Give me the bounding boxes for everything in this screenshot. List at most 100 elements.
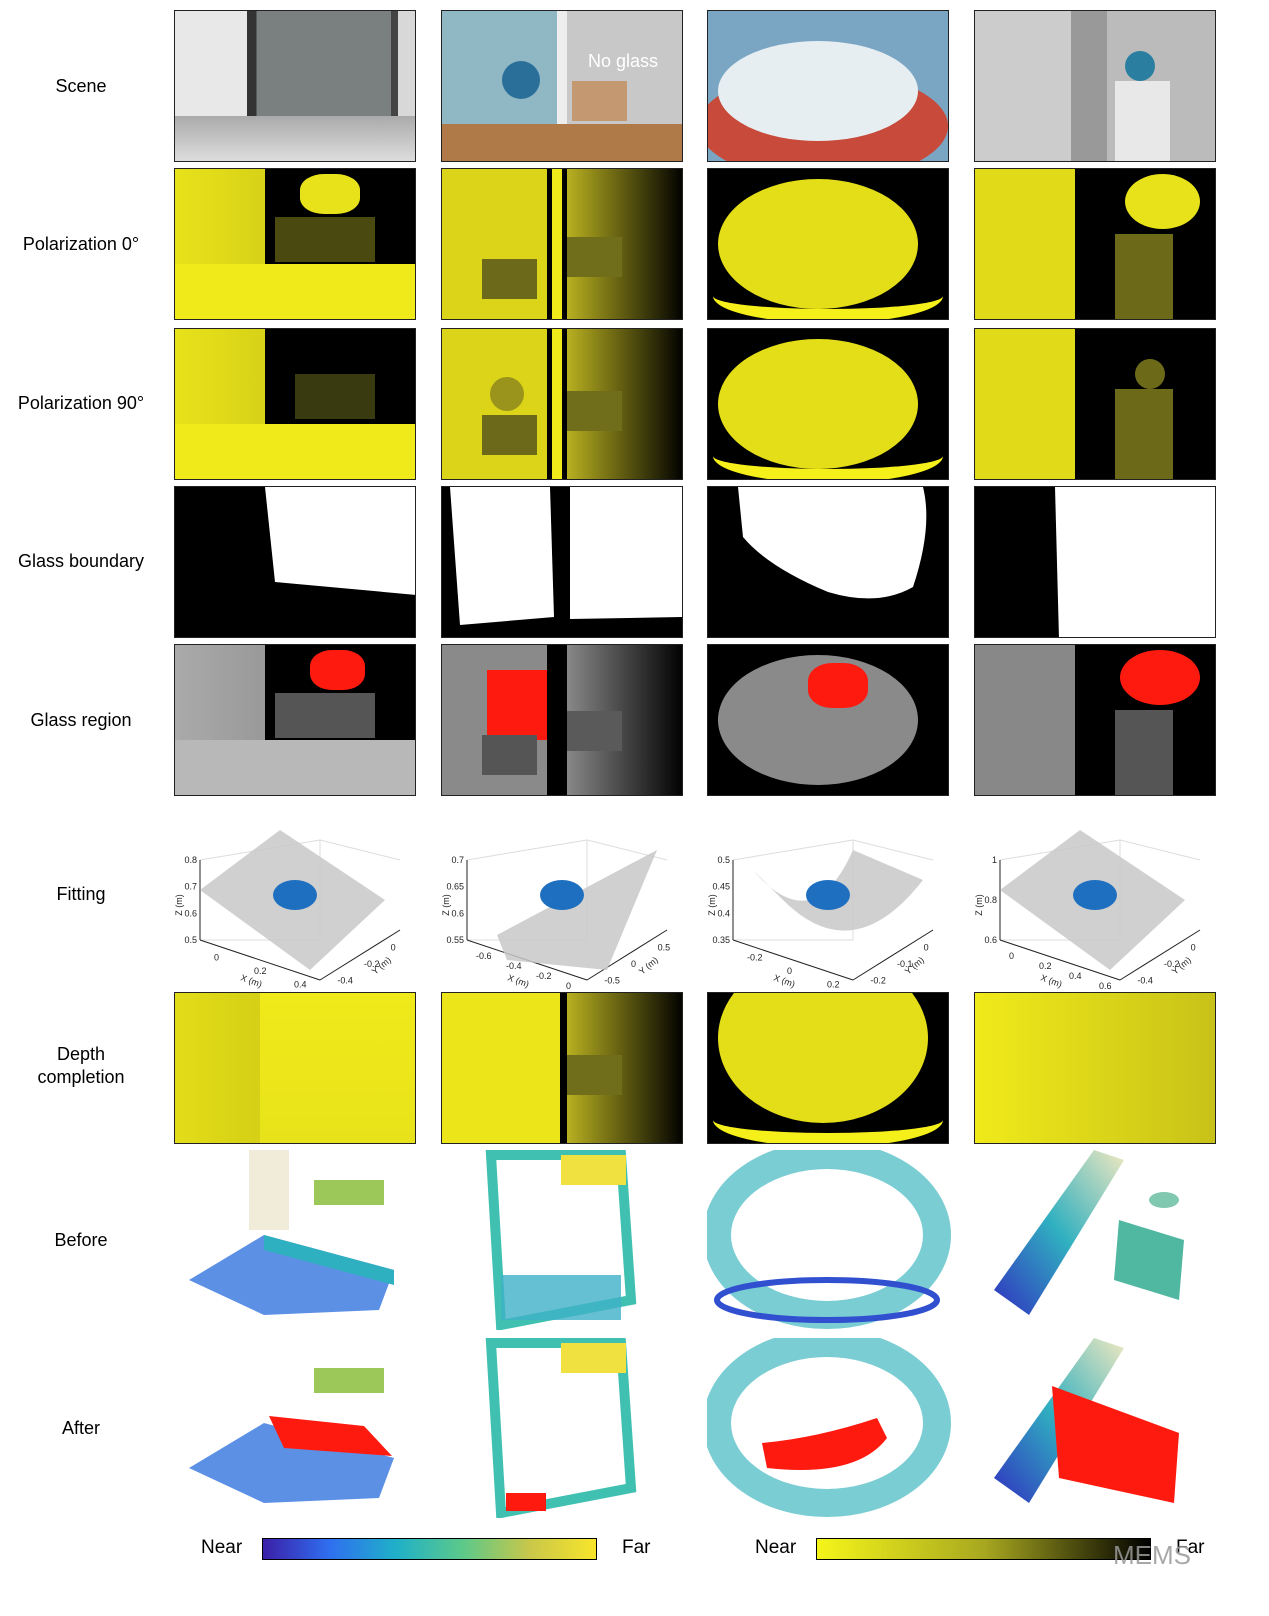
- row-label-fitting: Fitting: [56, 884, 106, 904]
- x-tick-label: 0.2: [254, 966, 267, 976]
- x-tick-label: 0: [566, 981, 571, 991]
- fit-point-cluster: [806, 880, 850, 910]
- glass-boundary-mask-1: [174, 486, 416, 638]
- z-axis-label: Z (m): [174, 894, 184, 916]
- scene-photo-1: [174, 10, 416, 162]
- x-axis-label: X (m): [506, 972, 530, 989]
- row-label-scene: Scene: [55, 76, 107, 96]
- y-tick-label: -0.4: [1137, 976, 1153, 986]
- depth-completion-2: [441, 992, 683, 1144]
- point-cloud-after-2: [485, 1338, 637, 1518]
- z-axis-label: Z (m): [707, 894, 717, 916]
- x-tick-label: -0.2: [747, 953, 763, 963]
- z-tick-label: 0.7: [451, 855, 464, 865]
- glass-boundary-mask-4: [974, 486, 1216, 638]
- scene-photo-2: No glass: [441, 10, 683, 162]
- colorbar-point-cloud-depth: [262, 1538, 597, 1560]
- y-tick-label: -0.2: [870, 976, 886, 986]
- fitting-plot-4: 10.80.600.20.40.6-0.4-0.20Z (m)X (m)Y (m…: [974, 830, 1201, 991]
- completed-glass-surface: [1052, 1386, 1179, 1503]
- z-tick-label: 0.6: [184, 908, 197, 918]
- point-cloud-after-4: [994, 1338, 1179, 1503]
- x-tick-label: 0: [1009, 951, 1014, 961]
- point-cloud-after-3: [707, 1338, 951, 1517]
- colorbar-depth-map: [816, 1538, 1151, 1560]
- x-tick-label: -0.6: [476, 951, 492, 961]
- glass-region-3: [707, 644, 949, 796]
- glass-boundary-mask-2: [441, 486, 683, 638]
- grid-back-wall: [319, 839, 401, 861]
- colorbar-1-near-label: Near: [201, 1537, 243, 1558]
- x-tick-label: 0.2: [1039, 961, 1052, 971]
- completed-glass-surface: [762, 1418, 887, 1470]
- polarization-90-depth-4: [974, 328, 1216, 480]
- y-tick-label: 0.5: [658, 942, 671, 952]
- z-tick-label: 0.65: [446, 882, 464, 892]
- x-tick-label: 0: [787, 966, 792, 976]
- row-label-depth: Depth: [56, 1044, 106, 1064]
- row-label-depth-completion: Depth completion: [0, 1043, 162, 1089]
- point-cloud-before-3: [707, 1150, 951, 1329]
- row-label-completion: completion: [37, 1067, 125, 1087]
- row-label-glass-region: Glass region: [30, 710, 132, 730]
- z-tick-label: 0.8: [184, 855, 197, 865]
- z-tick-label: 0.8: [984, 895, 997, 905]
- z-tick-label: 0.4: [717, 908, 730, 918]
- fit-point-cluster: [1073, 880, 1117, 910]
- glass-region-4: [974, 644, 1216, 796]
- row-label-after: After: [61, 1418, 100, 1438]
- x-tick-label: 0.4: [1069, 971, 1082, 981]
- fitting-plot-1: 0.80.70.60.500.20.4 -0.4-0.20Z (m)X (m)Y …: [174, 830, 401, 989]
- z-tick-label: 0.5: [717, 855, 730, 865]
- z-axis-label: Z (m): [974, 894, 984, 916]
- point-cloud-before-2: [485, 1150, 637, 1330]
- fitting-plot-2: 0.7 0.65 0.6 0.55 -0.6 -0.4 -0.2 0 -0.5 0 0.5 Z (m)…: [441, 839, 671, 991]
- y-axis-label: Y (m): [637, 955, 660, 977]
- x-tick-label: -0.4: [506, 961, 522, 971]
- x-tick-label: 0.2: [827, 979, 840, 989]
- polarization-90-depth-3: [707, 328, 949, 480]
- z-tick-label: 0.45: [712, 882, 730, 892]
- polarization-0-depth-3: [707, 168, 949, 320]
- row-label-before: Before: [54, 1230, 108, 1250]
- colorbar-1-far-label: Far: [622, 1537, 651, 1558]
- polarization-0-depth-1: [174, 168, 416, 320]
- polarization-0-depth-4: [974, 168, 1216, 320]
- depth-completion-3: [707, 992, 949, 1144]
- row-label-polarization-90: Polarization 90°: [17, 393, 145, 413]
- polarization-90-depth-2: [441, 328, 683, 480]
- y-tick-label: -0.5: [604, 976, 620, 986]
- no-glass-annotation: No glass: [588, 51, 659, 71]
- z-tick-label: 0.55: [446, 935, 464, 945]
- point-cloud-before-4: [994, 1150, 1184, 1315]
- x-tick-label: -0.2: [536, 971, 552, 981]
- fitting-plot-3: 0.50.450.40.35-0.200.2 -0.2-0.10Z (m)X (m…: [707, 839, 934, 989]
- watermark-logo: MEMS: [1113, 1540, 1191, 1570]
- glass-boundary-mask-3: [707, 486, 949, 638]
- polarization-90-depth-1: [174, 328, 416, 480]
- z-tick-label: 0.6: [984, 935, 997, 945]
- colorbar-2-near-label: Near: [755, 1537, 797, 1558]
- z-tick-label: 0.6: [451, 908, 464, 918]
- y-tick-label: 0: [391, 942, 396, 952]
- depth-completion-4: [974, 992, 1216, 1144]
- x-tick-label: 0.4: [294, 979, 307, 989]
- grid-back-wall: [1119, 839, 1201, 861]
- scene-photo-3: [707, 10, 949, 162]
- x-axis-label: X (m): [772, 972, 796, 989]
- polarization-0-depth-2: [441, 168, 683, 320]
- glass-region-2: [441, 644, 683, 796]
- z-tick-label: 0.5: [184, 935, 197, 945]
- x-tick-label: 0.6: [1099, 981, 1112, 991]
- y-tick-label: 0: [631, 959, 636, 969]
- z-axis-label: Z (m): [441, 894, 451, 916]
- grid-back-wall: [586, 839, 668, 861]
- y-axis: [852, 929, 934, 981]
- depth-completion-1: [174, 992, 416, 1144]
- x-axis-label: X (m): [1039, 972, 1063, 989]
- point-cloud-before-1: [189, 1150, 394, 1315]
- scene-photo-4: [974, 10, 1216, 162]
- z-tick-label: 1: [992, 855, 997, 865]
- row-label-glass-boundary: Glass boundary: [17, 551, 145, 571]
- y-tick-label: -0.4: [337, 976, 353, 986]
